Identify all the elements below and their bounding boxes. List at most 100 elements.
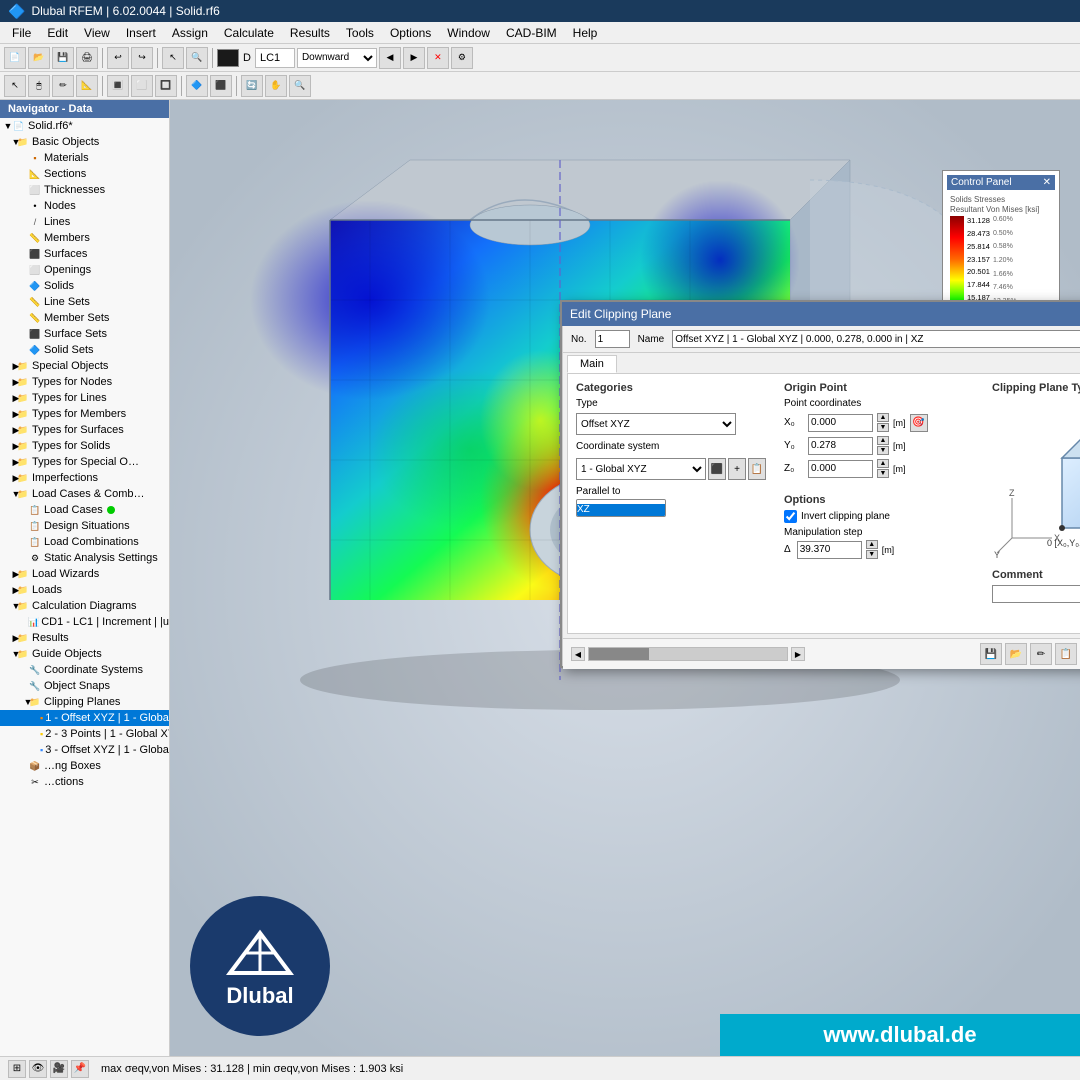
footer-edit-btn[interactable]: ✏ [1030, 643, 1052, 665]
toolbar2-iso[interactable]: 🔷 [186, 75, 208, 97]
status-pin-btn[interactable]: 📌 [71, 1060, 89, 1078]
menu-assign[interactable]: Assign [164, 24, 216, 42]
menu-cad-bim[interactable]: CAD-BIM [498, 24, 565, 42]
manip-up[interactable]: ▲ [866, 540, 878, 549]
y0-up[interactable]: ▲ [877, 436, 889, 445]
nav-item-load-cases[interactable]: 📋 Load Cases [0, 502, 169, 518]
nav-item-materials[interactable]: ▪ Materials [0, 150, 169, 166]
z0-input[interactable] [808, 460, 873, 478]
toolbar-direction-select[interactable]: Downward [297, 48, 377, 68]
menu-edit[interactable]: Edit [39, 24, 76, 42]
y0-input[interactable] [808, 437, 873, 455]
toolbar-zoom[interactable]: 🔍 [186, 47, 208, 69]
nav-item-types-surfaces[interactable]: ▶ 📁 Types for Surfaces [0, 422, 169, 438]
nav-item-special-objects[interactable]: ▶ 📁 Special Objects [0, 358, 169, 374]
scroll-right-btn[interactable]: ▶ [791, 647, 805, 661]
comment-input[interactable] [992, 585, 1080, 603]
toolbar-save[interactable]: 💾 [52, 47, 74, 69]
x0-pick-btn[interactable]: 🎯 [910, 414, 928, 432]
toggle-icon[interactable]: ▶ [0, 360, 16, 372]
nav-item-nodes[interactable]: • Nodes [0, 198, 169, 214]
scroll-track[interactable] [588, 647, 788, 661]
toggle-icon[interactable]: ▶ [0, 408, 16, 420]
toolbar2-view1[interactable]: 🔳 [107, 75, 129, 97]
menu-window[interactable]: Window [439, 24, 498, 42]
nav-item-calc-diagrams[interactable]: ▼ 📁 Calculation Diagrams [0, 598, 169, 614]
nav-item-solids[interactable]: 🔷 Solids [0, 278, 169, 294]
toggle-icon[interactable]: ▶ [0, 584, 16, 596]
nav-item-sections[interactable]: 📐 Sections [0, 166, 169, 182]
toolbar-open[interactable]: 📂 [28, 47, 50, 69]
toggle-icon[interactable]: ▶ [0, 456, 16, 468]
nav-item-coord-systems[interactable]: 🔧 Coordinate Systems [0, 662, 169, 678]
z0-up[interactable]: ▲ [877, 459, 889, 468]
z0-down[interactable]: ▼ [877, 469, 889, 478]
nav-item-member-sets[interactable]: 📏 Member Sets [0, 310, 169, 326]
type-select[interactable]: Offset XYZ [576, 413, 736, 435]
menu-results[interactable]: Results [282, 24, 338, 42]
dialog-no-input[interactable] [595, 330, 630, 348]
invert-checkbox[interactable] [784, 510, 797, 523]
dialog-name-input[interactable] [672, 330, 1080, 348]
nav-item-openings[interactable]: ⬜ Openings [0, 262, 169, 278]
toolbar2-btn3[interactable]: ✏ [52, 75, 74, 97]
toggle-icon[interactable]: ▶ [0, 440, 16, 452]
toggle-icon[interactable]: ▼ [0, 696, 28, 708]
menu-tools[interactable]: Tools [338, 24, 382, 42]
toolbar2-rotate[interactable]: 🔄 [241, 75, 263, 97]
menu-help[interactable]: Help [565, 24, 606, 42]
nav-item-clip3[interactable]: ▪ 3 - Offset XYZ | 1 - Global XYZ [0, 742, 169, 758]
toggle-icon[interactable]: ▶ [0, 568, 16, 580]
nav-item-types-lines[interactable]: ▶ 📁 Types for Lines [0, 390, 169, 406]
coord-sys-select[interactable]: 1 - Global XYZ [576, 458, 706, 480]
toolbar-select[interactable]: ↖ [162, 47, 184, 69]
dialog-tab-main[interactable]: Main [567, 355, 617, 373]
nav-item-load-combinations[interactable]: 📋 Load Combinations [0, 534, 169, 550]
toolbar2-btn2[interactable]: 🖱 [28, 75, 50, 97]
menu-file[interactable]: File [4, 24, 39, 42]
viewport[interactable]: Moving the Clipping Plane [170, 100, 1080, 1056]
toolbar2-view3[interactable]: 🔲 [155, 75, 177, 97]
cp-close-btn[interactable]: ✕ [1043, 177, 1051, 188]
toggle-icon[interactable]: ▼ [0, 600, 16, 612]
toggle-icon[interactable]: ▶ [0, 424, 16, 436]
x0-up[interactable]: ▲ [877, 413, 889, 422]
toolbar-undo[interactable]: ↩ [107, 47, 129, 69]
nav-item-clip1[interactable]: ▪ 1 - Offset XYZ | 1 - Global XYZ [0, 710, 169, 726]
nav-item-imperfections[interactable]: ▶ 📁 Imperfections [0, 470, 169, 486]
nav-item-static-analysis[interactable]: ⚙ Static Analysis Settings [0, 550, 169, 566]
nav-item-members[interactable]: 📏 Members [0, 230, 169, 246]
toolbar2-btn4[interactable]: 📐 [76, 75, 98, 97]
nav-item-clip2[interactable]: ▪ 2 - 3 Points | 1 - Global XYZ | - [0, 726, 169, 742]
nav-item-load-wizards[interactable]: ▶ 📁 Load Wizards [0, 566, 169, 582]
nav-item-solid-sets[interactable]: 🔷 Solid Sets [0, 342, 169, 358]
nav-item-basic-objects[interactable]: ▼ 📁 Basic Objects [0, 134, 169, 150]
toggle-icon[interactable]: ▼ [0, 488, 16, 500]
status-eye-btn[interactable]: 👁 [29, 1060, 47, 1078]
toolbar2-btn1[interactable]: ↖ [4, 75, 26, 97]
toolbar2-front[interactable]: ⬛ [210, 75, 232, 97]
parallel-listbox[interactable]: XY XZ YZ XZ [576, 499, 666, 517]
toggle-icon[interactable]: ▼ [0, 120, 12, 132]
toolbar-close[interactable]: ✕ [427, 47, 449, 69]
coord-sys-btn3[interactable]: 📋 [748, 458, 766, 480]
y0-down[interactable]: ▼ [877, 446, 889, 455]
menu-view[interactable]: View [76, 24, 118, 42]
menu-calculate[interactable]: Calculate [216, 24, 282, 42]
footer-load-btn[interactable]: 📂 [1005, 643, 1027, 665]
status-home-btn[interactable]: ⊞ [8, 1060, 26, 1078]
coord-sys-btn1[interactable]: ⬛ [708, 458, 726, 480]
menu-insert[interactable]: Insert [118, 24, 164, 42]
nav-item-lines[interactable]: / Lines [0, 214, 169, 230]
nav-item-types-nodes[interactable]: ▶ 📁 Types for Nodes [0, 374, 169, 390]
toolbar-forward[interactable]: ▶ [403, 47, 425, 69]
footer-copy-btn[interactable]: 📋 [1055, 643, 1077, 665]
nav-item-types-members[interactable]: ▶ 📁 Types for Members [0, 406, 169, 422]
footer-save-btn[interactable]: 💾 [980, 643, 1002, 665]
nav-item-thicknesses[interactable]: ⬜ Thicknesses [0, 182, 169, 198]
toolbar-print[interactable]: 🖨 [76, 47, 98, 69]
nav-item-sections-guide[interactable]: ✂ …ctions [0, 774, 169, 790]
toolbar-loadcase-input[interactable]: LC1 [255, 48, 295, 68]
nav-item-load-cases-comb[interactable]: ▼ 📁 Load Cases & Comb… [0, 486, 169, 502]
nav-item-cd1[interactable]: 📊 CD1 - LC1 | Increment | |u| [0, 614, 169, 630]
